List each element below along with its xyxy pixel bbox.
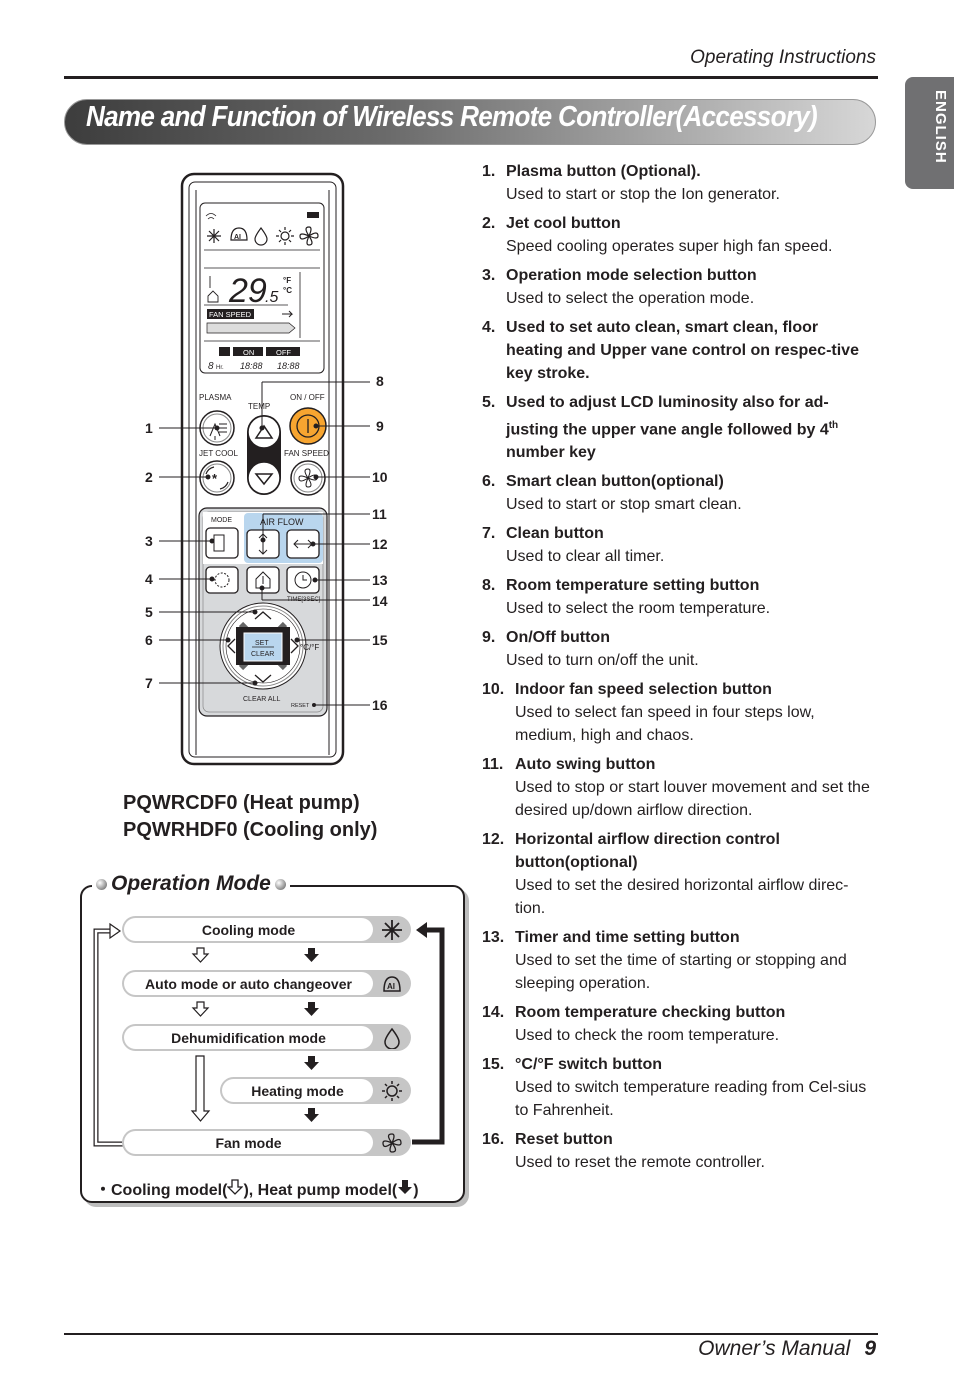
operation-mode-title: Operation Mode xyxy=(111,872,271,895)
jet-cool-button: * xyxy=(199,460,235,496)
mode-heating: Heating mode xyxy=(220,1077,411,1104)
callout-12: 12 xyxy=(372,536,388,552)
svg-text:TEMP: TEMP xyxy=(248,402,270,411)
svg-text:FAN SPEED: FAN SPEED xyxy=(284,449,329,458)
list-item: 5. Used to adjust LCD luminosity also for… xyxy=(482,394,839,462)
svg-text:Hr.: Hr. xyxy=(216,365,224,371)
mode-dehumidification: Dehumidification mode xyxy=(122,1024,411,1051)
callout-2: 2 xyxy=(145,469,153,485)
svg-text:18:88: 18:88 xyxy=(277,361,300,371)
svg-text:AI: AI xyxy=(387,982,395,991)
snowflake-icon xyxy=(373,919,411,941)
temp-down-button xyxy=(247,461,281,495)
mode-fan: Fan mode xyxy=(122,1129,411,1156)
bullet-ball-icon xyxy=(96,878,107,890)
footer-rule xyxy=(64,1333,878,1335)
list-item: 11. Auto swing button Used to stop or star… xyxy=(482,756,870,820)
list-item: 16. Reset button Used to reset the remote … xyxy=(482,1131,765,1172)
sun-icon xyxy=(373,1080,411,1102)
mode-cooling: Cooling mode xyxy=(122,916,411,943)
header-rule xyxy=(64,76,878,79)
model-labels: PQWRCDF0 (Heat pump) PQWRHDF0 (Cooling o… xyxy=(123,790,377,844)
callout-7: 7 xyxy=(145,675,153,691)
page-number: 9 xyxy=(864,1337,876,1360)
callout-6: 6 xyxy=(145,632,153,648)
svg-text:RESET: RESET xyxy=(291,703,310,709)
remote-illustration: AI 29 .5 °F °C FAN SPEED ON OFF 8 Hr. 18… xyxy=(145,172,388,766)
svg-text:18:88: 18:88 xyxy=(240,361,263,371)
list-item: 7. Clean button Used to clear all timer. xyxy=(482,525,665,566)
callout-3: 3 xyxy=(145,533,153,549)
list-item: 1. Plasma button (Optional). Used to start… xyxy=(482,163,780,203)
temp-up-button xyxy=(247,415,281,449)
hollow-arrow-icon xyxy=(226,1179,245,1195)
callout-15: 15 xyxy=(372,632,388,648)
mode-auto: Auto mode or auto changeover AI xyxy=(122,970,411,997)
svg-text:°C/°F: °C/°F xyxy=(300,643,319,652)
callout-9: 9 xyxy=(376,418,384,434)
language-tab-label: ENGLISH xyxy=(932,90,949,164)
loop-arrowhead-hollow xyxy=(109,922,122,940)
list-item: 6. Smart clean button(optional) Used to st… xyxy=(482,473,742,514)
model-heat-pump: PQWRCDF0 (Heat pump) xyxy=(123,792,360,814)
operation-mode-header: Operation Mode xyxy=(92,872,290,896)
fan-speed-button xyxy=(290,460,326,496)
bullet-ball-icon xyxy=(274,878,286,890)
list-item: 10. Indoor fan speed selection button Used… xyxy=(482,681,815,745)
fan-icon xyxy=(373,1132,411,1154)
callout-10: 10 xyxy=(372,469,388,485)
manual-title: Owner’s Manual xyxy=(698,1337,851,1360)
svg-text:.5: .5 xyxy=(265,289,278,306)
list-item: 14. Room temperature checking button Used … xyxy=(482,1004,786,1045)
callout-8: 8 xyxy=(376,373,384,389)
svg-text:JET COOL: JET COOL xyxy=(199,449,239,458)
arrow-legend: ・Cooling model(), Heat pump model() xyxy=(95,1176,419,1200)
callout-14: 14 xyxy=(372,593,388,609)
list-item: 8. Room temperature setting button Used to… xyxy=(482,577,771,618)
model-cooling-only: PQWRHDF0 (Cooling only) xyxy=(123,819,378,841)
callout-16: 16 xyxy=(372,697,388,713)
solid-arrow-icon xyxy=(398,1180,413,1194)
footer: Owner’s Manual 9 xyxy=(698,1337,876,1361)
list-item: 12. Horizontal airflow direction control … xyxy=(482,831,849,918)
callout-13: 13 xyxy=(372,572,388,588)
page-title: Name and Function of Wireless Remote Con… xyxy=(86,101,818,133)
svg-text:ON: ON xyxy=(243,348,254,357)
function-list: 1. Plasma button (Optional). Used to start… xyxy=(482,160,872,1180)
list-item: 4. Used to set auto clean, smart clean, f… xyxy=(482,319,859,382)
callout-11: 11 xyxy=(372,506,387,522)
svg-text:CLEAR ALL: CLEAR ALL xyxy=(243,696,280,703)
battery-icon xyxy=(307,212,319,218)
svg-text:PLASMA: PLASMA xyxy=(199,393,232,402)
list-item: 3. Operation mode selection button Used to… xyxy=(482,267,757,307)
lcd-temperature: 29 xyxy=(228,272,267,310)
svg-text:8: 8 xyxy=(208,361,214,372)
list-item: 9. On/Off button Used to turn on/off the u… xyxy=(482,629,699,670)
svg-text:SET: SET xyxy=(255,640,269,647)
svg-text:FAN SPEED: FAN SPEED xyxy=(209,310,252,319)
svg-text:AI: AI xyxy=(234,234,241,241)
callout-4: 4 xyxy=(145,571,153,587)
list-item: 2. Jet cool button Speed cooling operates … xyxy=(482,215,833,255)
svg-text:°C: °C xyxy=(283,286,292,295)
callout-5: 5 xyxy=(145,604,153,620)
list-item: 13. Timer and time setting button Used to … xyxy=(482,929,847,993)
droplet-icon xyxy=(373,1027,411,1049)
callout-1: 1 xyxy=(145,420,153,436)
ai-auto-icon: AI xyxy=(373,973,411,995)
svg-text:°F: °F xyxy=(283,276,291,285)
svg-text:ON / OFF: ON / OFF xyxy=(290,393,325,402)
loop-arrowhead-solid xyxy=(416,922,427,938)
svg-text:AIR FLOW: AIR FLOW xyxy=(260,517,304,527)
svg-text:CLEAR: CLEAR xyxy=(251,651,274,658)
svg-text:MODE: MODE xyxy=(211,517,232,524)
svg-text:OFF: OFF xyxy=(276,348,291,357)
navigation-dial: SET CLEAR xyxy=(219,602,307,690)
list-item: 15. °C/°F switch button Used to switch tem… xyxy=(482,1056,867,1120)
section-header: Operating Instructions xyxy=(690,47,876,68)
